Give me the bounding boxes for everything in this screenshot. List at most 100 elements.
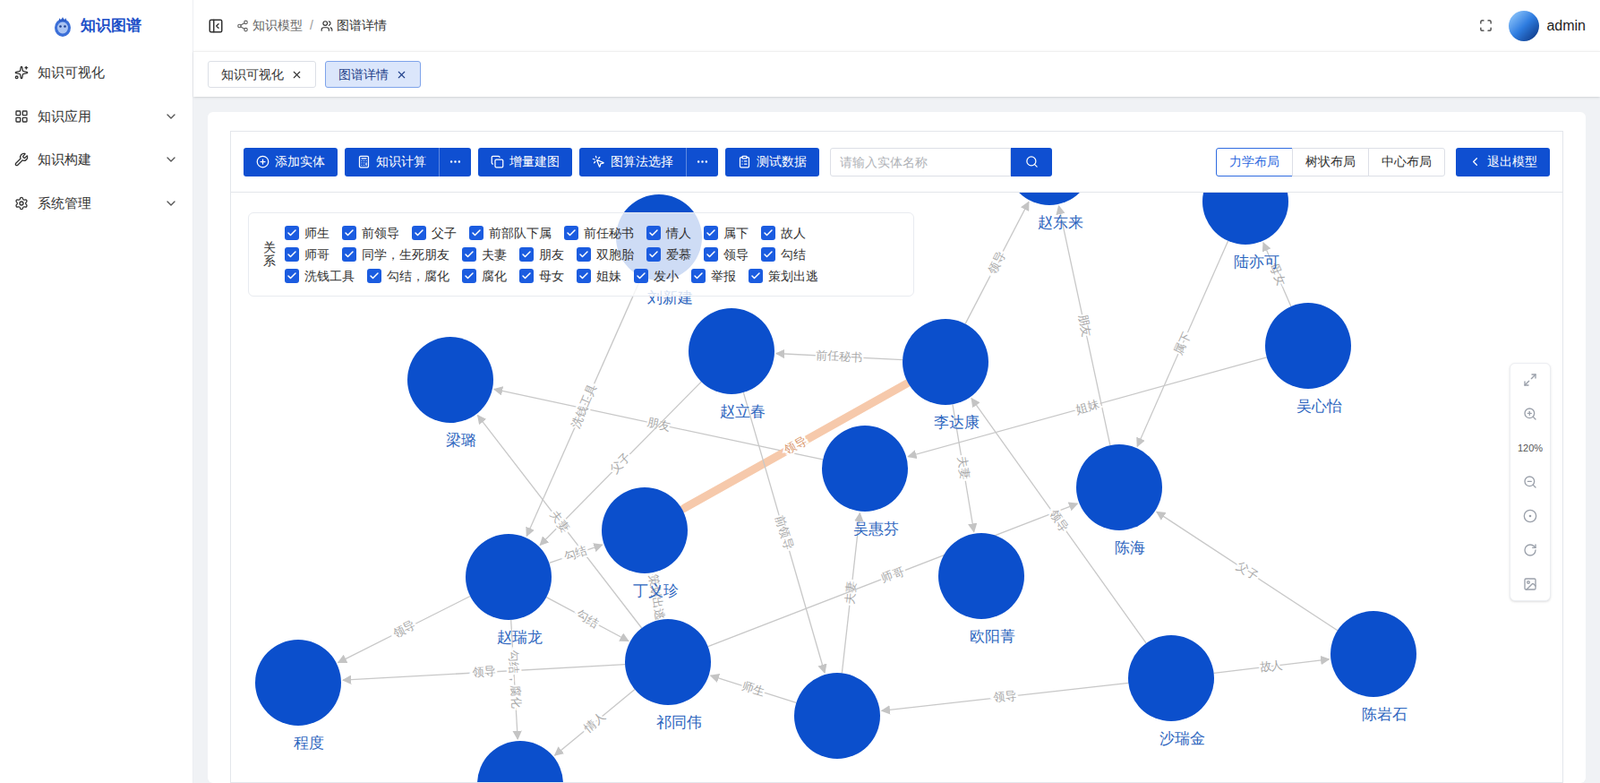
breadcrumb-item[interactable]: 知识模型 [236,16,303,35]
toolbar-button[interactable]: 添加实体 [243,147,338,177]
close-tab-icon[interactable] [290,68,303,81]
fullscreen-icon[interactable] [1479,18,1493,33]
graph-node[interactable] [465,533,552,620]
exit-model-button[interactable]: 退出模型 [1455,147,1550,177]
close-tab-icon[interactable] [395,68,408,81]
graph-node[interactable] [902,318,989,405]
legend-checkbox[interactable]: 师生 [284,223,330,242]
graph-edge[interactable]: 勾结 [546,597,629,642]
checkbox-box[interactable] [342,225,357,240]
checkbox-box[interactable] [462,268,477,283]
toolbar-button[interactable]: 增量建图 [478,147,573,177]
legend-checkbox[interactable]: 父子 [411,223,457,242]
graph-node[interactable] [1330,610,1417,697]
graph-node[interactable] [794,672,881,759]
checkbox-box[interactable] [469,225,484,240]
graph-node[interactable] [255,639,342,726]
graph-edge[interactable]: 师生 [710,675,797,702]
search-input[interactable] [829,147,1011,177]
graph-edge[interactable]: 领导 [881,682,1130,711]
auto-zoom-icon[interactable] [1522,508,1538,523]
graph-node[interactable] [1128,634,1215,721]
graph-canvas[interactable]: 前任秘书领导朋友属下母女姐妹朋友夫妻领导前领导父子洗钱工具夫妻勾结勾结领导领导勾… [231,192,1563,782]
checkbox-box[interactable] [576,247,591,262]
legend-checkbox[interactable]: 同学，生死朋友 [342,245,450,264]
checkbox-box[interactable] [691,268,706,283]
legend-checkbox[interactable]: 勾结 [761,245,806,264]
graph-edge[interactable]: 前任秘书 [776,348,903,365]
toolbar-button[interactable]: 测试数据 [725,147,820,177]
checkbox-box[interactable] [284,268,300,283]
graph-node[interactable] [688,308,775,394]
checkbox-box[interactable] [703,247,719,262]
page-tab[interactable]: 图谱详情 [325,60,421,88]
checkbox-box[interactable] [748,268,763,283]
legend-checkbox[interactable]: 夫妻 [462,245,507,264]
more-button[interactable] [685,147,719,177]
collapse-icon[interactable] [207,17,224,35]
checkbox-box[interactable] [519,268,534,283]
checkbox-box[interactable] [284,225,300,240]
legend-checkbox[interactable]: 前部队下属 [469,223,552,242]
graph-node[interactable] [1006,192,1093,206]
graph-edge[interactable]: 母女 [1263,242,1292,307]
checkbox-box[interactable] [462,247,477,262]
graph-node[interactable] [477,740,564,782]
legend-checkbox[interactable]: 前领导 [342,223,400,242]
checkbox-box[interactable] [633,268,649,283]
legend-checkbox[interactable]: 母女 [519,266,565,285]
legend-checkbox[interactable]: 双胞胎 [576,245,634,264]
checkbox-box[interactable] [761,247,776,262]
graph-edge[interactable]: 情人 [555,689,635,756]
checkbox-box[interactable] [646,247,661,262]
checkbox-box[interactable] [576,268,591,283]
zoom-in-icon[interactable] [1522,406,1538,421]
graph-edge[interactable]: 领导 [965,201,1029,324]
graph-node[interactable] [821,425,908,512]
fit-view-icon[interactable] [1522,372,1538,387]
sidebar-item[interactable]: 知识应用 [0,94,193,139]
legend-checkbox[interactable]: 朋友 [519,245,565,264]
graph-edge[interactable]: 师哥 [708,503,1079,647]
export-image-icon[interactable] [1522,576,1538,591]
checkbox-box[interactable] [519,247,534,262]
graph-node[interactable] [1265,302,1352,389]
layout-option[interactable]: 中心布局 [1368,147,1446,177]
graph-node[interactable] [1202,192,1289,245]
checkbox-box[interactable] [761,225,776,240]
legend-checkbox[interactable]: 情人 [646,223,692,242]
page-tab[interactable]: 知识可视化 [207,60,317,88]
graph-node[interactable] [938,532,1025,619]
legend-checkbox[interactable]: 举报 [691,266,736,285]
refresh-icon[interactable] [1522,542,1538,557]
checkbox-box[interactable] [411,225,427,240]
legend-checkbox[interactable]: 腐化 [462,266,507,285]
legend-checkbox[interactable]: 属下 [703,223,749,242]
graph-edge[interactable]: 属下 [1137,240,1228,446]
logo[interactable]: 知识图谱 [0,0,193,52]
checkbox-box[interactable] [284,247,300,262]
graph-edge[interactable]: 前领导 [743,392,825,673]
checkbox-box[interactable] [367,268,382,283]
user-name[interactable]: admin [1546,15,1586,37]
legend-checkbox[interactable]: 故人 [761,223,806,242]
legend-checkbox[interactable]: 领导 [703,245,749,264]
legend-checkbox[interactable]: 洗钱工具 [284,266,355,285]
graph-node[interactable] [601,487,688,574]
legend-checkbox[interactable]: 师哥 [284,245,330,264]
sidebar-item[interactable]: 系统管理 [0,181,193,226]
layout-option[interactable]: 树状布局 [1291,147,1369,177]
avatar[interactable] [1508,10,1540,42]
graph-node[interactable] [1076,444,1163,531]
graph-edge[interactable]: 朋友 [1059,205,1111,445]
checkbox-box[interactable] [342,247,357,262]
search-button[interactable] [1010,147,1053,177]
checkbox-box[interactable] [646,225,661,240]
toolbar-button[interactable]: 知识计算 [344,147,439,177]
checkbox-box[interactable] [703,225,719,240]
legend-checkbox[interactable]: 前任秘书 [564,223,634,242]
graph-node[interactable] [624,618,711,705]
graph-edge[interactable]: 领导 [342,664,625,681]
legend-checkbox[interactable]: 策划出逃 [748,266,819,285]
graph-node[interactable] [407,336,494,423]
